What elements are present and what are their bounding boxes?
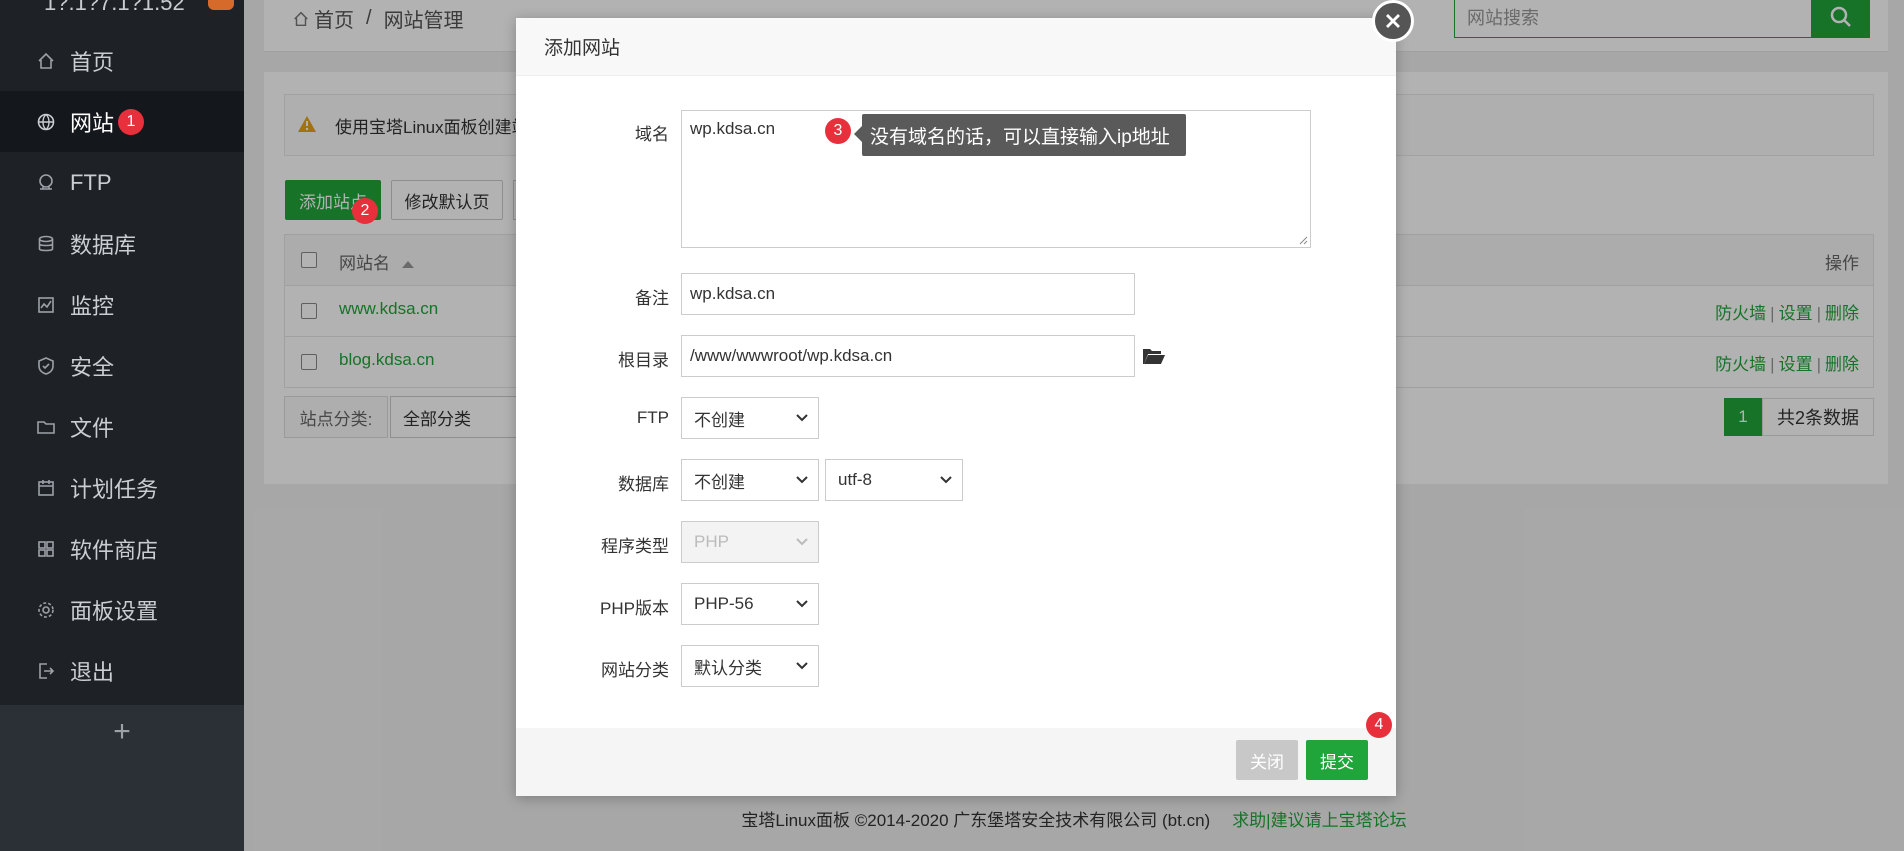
sidebar-item-label: 面板设置 xyxy=(70,598,159,624)
root-dir-value: /www/wwwroot/wp.kdsa.cn xyxy=(690,346,893,365)
sidebar-item-label: 文件 xyxy=(70,415,115,441)
sidebar-footer xyxy=(0,759,244,851)
note-value: wp.kdsa.cn xyxy=(690,284,776,303)
modal-footer: 关闭 提交 4 xyxy=(516,712,1396,796)
submit-button[interactable]: 提交 xyxy=(1306,740,1368,780)
sidebar-item-label: 监控 xyxy=(70,293,115,319)
step-badge-1: 1 xyxy=(118,108,144,135)
php-version-label: PHP版本 xyxy=(600,599,669,618)
sidebar-item-label: 软件商店 xyxy=(70,537,159,563)
chevron-down-icon xyxy=(796,662,808,670)
sidebar-header: 1?.1?7.1?1.52 xyxy=(0,0,244,30)
folder-icon xyxy=(37,420,55,434)
domain-label: 域名 xyxy=(635,125,669,144)
step-badge-4: 4 xyxy=(1366,712,1392,738)
calendar-icon xyxy=(38,479,54,496)
root-dir-input[interactable]: /www/wwwroot/wp.kdsa.cn xyxy=(681,335,1135,377)
database-select[interactable]: 不创建 xyxy=(681,459,819,501)
home-icon xyxy=(38,52,54,69)
note-input[interactable]: wp.kdsa.cn xyxy=(681,273,1135,315)
sidebar-item-label: 首页 xyxy=(70,49,115,75)
modal-close-button[interactable] xyxy=(1372,0,1414,42)
sidebar-item-home[interactable]: 首页 xyxy=(0,30,244,91)
sidebar-item-cron[interactable]: 计划任务 xyxy=(0,457,244,518)
close-button[interactable]: 关闭 xyxy=(1236,740,1298,780)
charset-value: utf-8 xyxy=(838,470,873,489)
sidebar-item-store[interactable]: 软件商店 xyxy=(0,518,244,579)
gear-icon xyxy=(38,601,54,618)
shield-icon xyxy=(38,356,54,375)
sidebar-item-security[interactable]: 安全 xyxy=(0,335,244,396)
sidebar-item-monitor[interactable]: 监控 xyxy=(0,274,244,335)
database-label: 数据库 xyxy=(618,475,669,494)
domain-value: wp.kdsa.cn xyxy=(690,119,776,138)
sidebar-item-website[interactable]: 网站 1 xyxy=(0,91,244,152)
grid-icon xyxy=(38,540,54,557)
chevron-down-icon xyxy=(940,476,952,484)
sidebar-add-button[interactable]: + xyxy=(0,705,244,759)
chevron-down-icon xyxy=(796,538,808,546)
sidebar-item-label: FTP xyxy=(70,169,112,195)
php-version-value: PHP-56 xyxy=(694,594,754,613)
add-site-modal: 添加网站 域名 wp.kdsa.cn 3 没有域名的话，可以直接输入ip地址 备… xyxy=(516,18,1396,796)
chevron-down-icon xyxy=(796,414,808,422)
sidebar-item-label: 安全 xyxy=(70,354,115,380)
notification-badge[interactable] xyxy=(208,0,234,10)
domain-tooltip: 没有域名的话，可以直接输入ip地址 xyxy=(854,114,1186,156)
ftp-select[interactable]: 不创建 xyxy=(681,397,819,439)
charset-select[interactable]: utf-8 xyxy=(825,459,963,501)
logout-icon xyxy=(39,662,55,679)
database-value: 不创建 xyxy=(694,472,745,492)
resize-handle-icon xyxy=(1299,236,1308,245)
php-version-select[interactable]: PHP-56 xyxy=(681,583,819,625)
ftp-label: FTP xyxy=(636,408,669,427)
database-icon xyxy=(38,235,54,251)
site-category-value: 默认分类 xyxy=(694,658,762,678)
sidebar-item-settings[interactable]: 面板设置 xyxy=(0,579,244,640)
sidebar-item-label: 数据库 xyxy=(70,232,137,258)
ftp-icon xyxy=(39,173,53,190)
sidebar-item-label: 计划任务 xyxy=(70,476,159,502)
sidebar-item-label: 退出 xyxy=(70,659,115,685)
sidebar-item-database[interactable]: 数据库 xyxy=(0,213,244,274)
program-type-value: PHP xyxy=(694,532,729,551)
program-type-label: 程序类型 xyxy=(601,537,669,556)
server-ip: 1?.1?7.1?1.52 xyxy=(44,0,185,15)
sidebar-item-ftp[interactable]: FTP xyxy=(0,152,244,213)
close-icon xyxy=(1386,14,1400,28)
sidebar-item-logout[interactable]: 退出 xyxy=(0,640,244,701)
step-badge-2: 2 xyxy=(352,198,378,224)
chevron-down-icon xyxy=(796,600,808,608)
note-label: 备注 xyxy=(635,289,669,308)
monitor-icon xyxy=(38,296,54,313)
step-badge-3: 3 xyxy=(825,118,851,144)
chevron-down-icon xyxy=(796,476,808,484)
sidebar-item-label: 网站 xyxy=(70,110,115,136)
site-category-select[interactable]: 默认分类 xyxy=(681,645,819,687)
program-type-select: PHP xyxy=(681,521,819,563)
ftp-value: 不创建 xyxy=(694,410,745,430)
modal-title: 添加网站 xyxy=(516,18,1396,76)
sidebar: 1?.1?7.1?1.52 首页 网站 1 FTP 数据库 监控 安全 文件 计… xyxy=(0,0,244,851)
sidebar-item-files[interactable]: 文件 xyxy=(0,396,244,457)
globe-icon xyxy=(37,113,55,130)
site-category-label: 网站分类 xyxy=(601,661,669,680)
root-dir-label: 根目录 xyxy=(618,351,669,370)
folder-open-icon[interactable] xyxy=(1142,346,1166,366)
